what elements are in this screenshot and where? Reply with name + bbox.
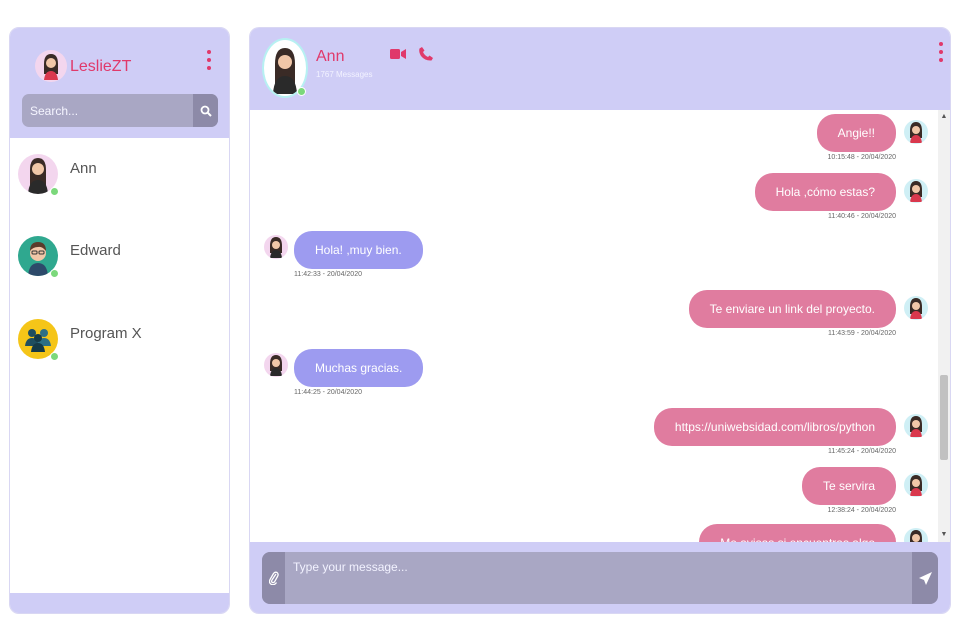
my-avatar <box>904 120 928 144</box>
message-timestamp: 11:40:46 - 20/04/2020 <box>828 213 896 220</box>
message-timestamp: 10:15:48 - 20/04/2020 <box>827 154 896 161</box>
search-button[interactable] <box>193 94 218 127</box>
my-avatar <box>904 414 928 438</box>
woman-avatar-icon <box>910 122 922 143</box>
message-sent: Me avisas si encuentras algo <box>699 524 896 542</box>
woman-avatar-icon <box>44 54 58 80</box>
send-button[interactable] <box>912 552 938 604</box>
chat-menu-button[interactable] <box>938 42 944 62</box>
group-avatar-icon <box>25 329 51 352</box>
message-timestamp: 11:45:24 - 20/04/2020 <box>828 448 896 455</box>
woman-avatar-icon <box>270 355 282 376</box>
contact-name: Edward <box>70 242 121 259</box>
message-bubble: Te servira <box>801 467 896 505</box>
search-bar <box>22 94 218 127</box>
user-avatar[interactable] <box>35 50 67 82</box>
message-composer <box>250 542 950 613</box>
scroll-down-arrow-icon[interactable]: ▼ <box>940 531 948 539</box>
message-bubble: Me avisas si encuentras algo <box>699 524 896 542</box>
contact-avatar <box>18 319 59 361</box>
my-avatar <box>904 528 928 542</box>
my-avatar <box>904 296 928 320</box>
user-name: LeslieZT <box>70 58 132 75</box>
search-input[interactable] <box>22 94 193 127</box>
video-call-button[interactable] <box>389 45 407 63</box>
message-timestamp: 11:43:59 - 20/04/2020 <box>828 330 896 337</box>
woman-avatar-icon <box>910 181 922 202</box>
woman-avatar-icon <box>910 475 922 496</box>
contact-item-edward[interactable]: Edward <box>18 236 218 296</box>
contact-name: Ann <box>70 160 97 177</box>
contact-item-ann[interactable]: Ann <box>18 154 218 214</box>
message-count: 1767 Messages <box>316 70 373 79</box>
message-sent: Angie!! 10:15:48 - 20/04/2020 <box>816 114 896 161</box>
woman-avatar-icon <box>910 530 922 542</box>
chat-contact-avatar[interactable] <box>262 38 308 98</box>
attach-button[interactable] <box>262 552 285 604</box>
my-avatar <box>904 179 928 203</box>
search-icon <box>200 105 212 117</box>
phone-icon <box>419 47 433 61</box>
message-timestamp: 11:44:25 - 20/04/2020 <box>294 389 362 396</box>
message-input[interactable] <box>285 552 912 604</box>
message-list: Angie!! 10:15:48 - 20/04/2020 Hola ,cómo… <box>250 110 940 542</box>
chat-panel: Ann 1767 Messages Angie!! 10:15:48 - 20/… <box>249 27 951 614</box>
message-bubble: Hola! ,muy bien. <box>294 231 423 269</box>
chat-contact-name: Ann <box>316 48 345 65</box>
message-sent: Te enviare un link del proyecto. 11:43:5… <box>688 290 896 337</box>
scroll-up-arrow-icon[interactable]: ▲ <box>940 113 948 121</box>
my-avatar <box>904 473 928 497</box>
woman-avatar-icon <box>910 416 922 437</box>
sidebar-menu-button[interactable] <box>206 50 212 70</box>
message-timestamp: 11:42:33 - 20/04/2020 <box>294 271 362 278</box>
message-timestamp: 12:38:24 - 20/04/2020 <box>827 507 896 514</box>
contact-avatar-small <box>264 235 288 259</box>
online-status-dot <box>50 352 59 361</box>
scroll-thumb[interactable] <box>940 375 948 460</box>
woman-avatar-icon <box>28 158 48 194</box>
online-status-dot <box>297 87 306 96</box>
contact-item-program-x[interactable]: Program X <box>18 319 218 379</box>
contacts-sidebar: LeslieZT Ann <box>9 27 230 614</box>
message-bubble: Muchas gracias. <box>294 349 424 387</box>
paperclip-icon <box>268 571 279 585</box>
contact-avatar <box>18 236 59 278</box>
video-camera-icon <box>390 49 406 59</box>
message-received: Hola! ,muy bien. 11:42:33 - 20/04/2020 <box>294 231 423 278</box>
message-sent: https://uniwebsidad.com/libros/python 11… <box>653 408 896 455</box>
contact-avatar-small <box>264 353 288 377</box>
message-bubble: Angie!! <box>816 114 896 152</box>
send-icon <box>918 571 932 585</box>
message-bubble: Te enviare un link del proyecto. <box>688 290 896 328</box>
woman-avatar-icon <box>273 48 297 94</box>
message-received: Muchas gracias. 11:44:25 - 20/04/2020 <box>294 349 424 396</box>
message-scrollbar[interactable]: ▲ ▼ <box>938 110 950 542</box>
message-sent: Hola ,cómo estas? 11:40:46 - 20/04/2020 <box>754 173 896 220</box>
online-status-dot <box>50 269 59 278</box>
composer-box <box>262 552 938 604</box>
sidebar-header: LeslieZT <box>10 28 229 138</box>
chat-header: Ann 1767 Messages <box>250 28 950 110</box>
message-sent: Te servira 12:38:24 - 20/04/2020 <box>801 467 896 514</box>
online-status-dot <box>50 187 59 196</box>
contact-avatar <box>18 154 59 196</box>
woman-avatar-icon <box>910 298 922 319</box>
sidebar-footer <box>10 593 229 613</box>
message-bubble: Hola ,cómo estas? <box>754 173 896 211</box>
contact-name: Program X <box>70 325 142 342</box>
voice-call-button[interactable] <box>417 45 435 63</box>
woman-avatar-icon <box>270 237 282 258</box>
message-bubble[interactable]: https://uniwebsidad.com/libros/python <box>653 408 896 446</box>
